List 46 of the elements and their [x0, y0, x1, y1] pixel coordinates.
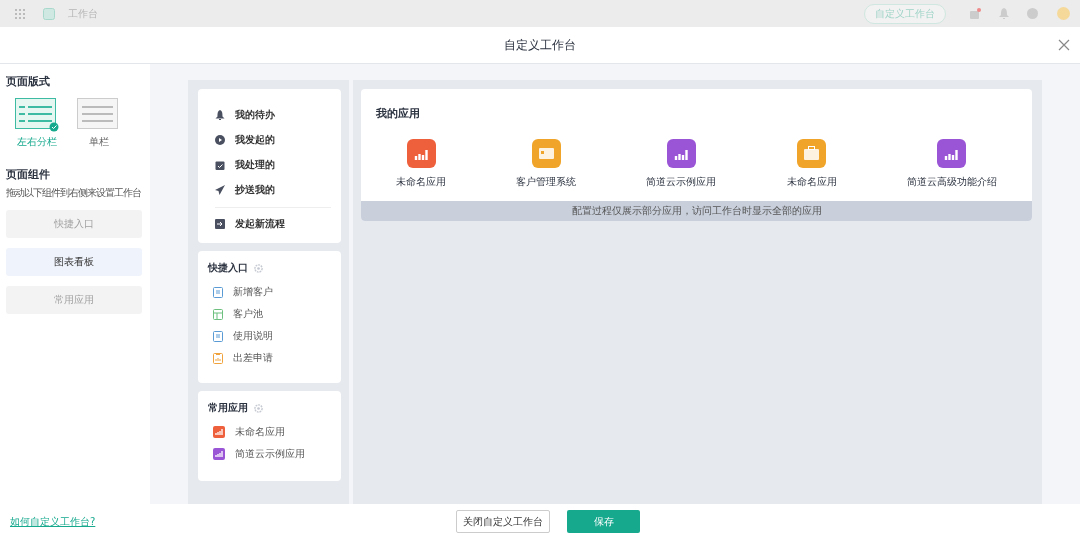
dialog-title: 自定义工作台: [504, 36, 576, 54]
apps-grid-icon[interactable]: [15, 8, 25, 19]
bar-chart-icon[interactable]: [937, 139, 967, 168]
briefcase-icon[interactable]: [797, 139, 827, 168]
app-name[interactable]: 简道云示例应用: [646, 175, 717, 189]
single-layout-icon[interactable]: [77, 98, 121, 132]
app-name[interactable]: 未命名应用: [786, 175, 837, 189]
app-name[interactable]: 客户管理系统: [516, 175, 577, 189]
close-icon[interactable]: [1058, 39, 1070, 51]
quick-entry-item[interactable]: 新增客户: [233, 285, 273, 299]
app-item[interactable]: 未命名应用: [235, 425, 285, 439]
menu-item[interactable]: 我发起的: [235, 132, 275, 147]
card-title: 快捷入口: [208, 261, 248, 275]
bell-icon: [215, 109, 225, 120]
workbench-icon: [43, 7, 55, 20]
hint-text: 拖动以下组件到右侧来设置工作台: [6, 186, 142, 200]
layout-option[interactable]: 单栏: [77, 98, 121, 149]
send-icon: [215, 184, 225, 195]
app-name[interactable]: 简道云高级功能介绍: [906, 175, 997, 189]
card-title: 常用应用: [208, 401, 248, 415]
user-avatar[interactable]: [1057, 7, 1070, 20]
section-heading: 页面组件: [6, 167, 51, 182]
quick-entry-item[interactable]: 出差申请: [233, 351, 273, 365]
app-name[interactable]: 未命名应用: [396, 175, 447, 189]
close-customize-button[interactable]: 关闭自定义工作台: [456, 510, 550, 533]
component-tile[interactable]: 图表看板: [6, 248, 142, 276]
quick-entry-item[interactable]: 客户池: [233, 307, 263, 321]
new-flow-link[interactable]: 发起新流程: [235, 216, 285, 231]
bar-chart-icon[interactable]: [666, 139, 696, 168]
bell-icon[interactable]: [999, 8, 1009, 19]
calendar-icon: [215, 159, 225, 170]
settings-icon[interactable]: [254, 403, 263, 413]
menu-item[interactable]: 我的待办: [235, 107, 275, 122]
quick-entry-item[interactable]: 使用说明: [233, 329, 273, 343]
settings-icon[interactable]: [254, 263, 263, 273]
app-item[interactable]: 简道云示例应用: [235, 447, 305, 461]
new-flow-icon: [215, 218, 225, 229]
split-layout-icon[interactable]: [15, 98, 59, 132]
play-icon: [215, 134, 225, 145]
notice-bar: 配置过程仅展示部分应用，访问工作台时显示全部的应用: [361, 201, 1032, 221]
id-card-icon[interactable]: [531, 139, 561, 168]
menu-item[interactable]: 我处理的: [235, 157, 275, 172]
bar-chart-icon[interactable]: [406, 139, 436, 168]
menu-item[interactable]: 抄送我的: [235, 182, 275, 197]
section-heading: 页面版式: [6, 74, 51, 89]
card-title: 我的应用: [375, 106, 421, 121]
